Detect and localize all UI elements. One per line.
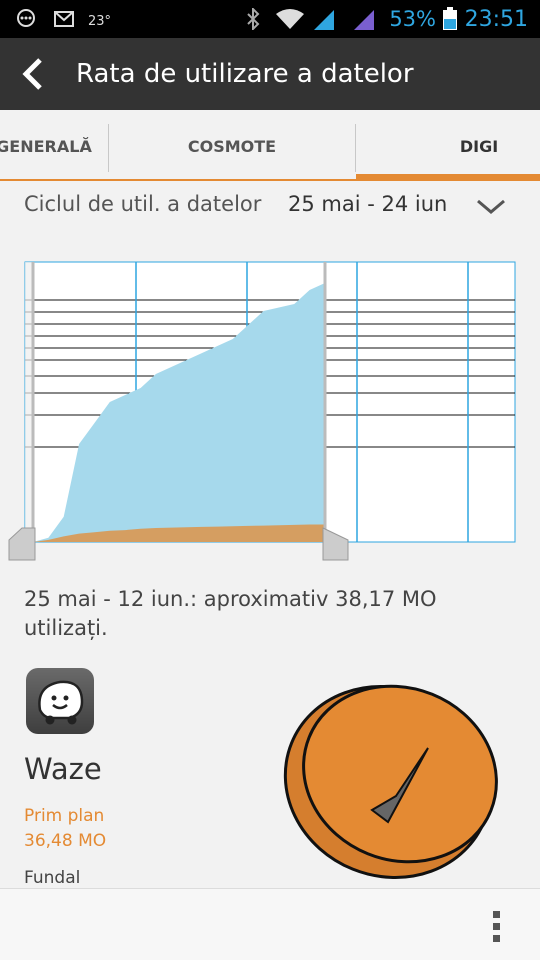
start-handle[interactable] [8,527,36,561]
foreground-label: Prim plan [24,806,105,826]
clock: 23:51 [464,6,528,32]
message-icon [17,9,35,27]
usage-summary: 25 mai - 12 iun.: aproximativ 38,17 MO u… [24,587,437,640]
cycle-dropdown[interactable]: 25 mai - 24 iun [288,192,447,216]
chevron-down-icon[interactable] [474,196,508,218]
temperature-indicator: 23° [88,13,112,29]
bottom-bar [0,888,540,960]
overflow-menu-icon[interactable] [484,909,508,945]
tab-bar: GENERALĂ COSMOTE DIGI [0,110,540,182]
tab-cosmote[interactable]: COSMOTE [108,110,356,182]
battery-percent: 53% [389,7,436,31]
waze-app-icon[interactable] [26,668,94,734]
waze-icon [38,680,84,725]
signal-2-icon [354,10,374,30]
bluetooth-icon [247,8,260,30]
background-label: Fundal [24,868,81,888]
status-bar: 23° 53% 23:51 [0,0,540,38]
wifi-icon [276,9,304,29]
action-bar: Rata de utilizare a datelor [0,38,540,110]
pie-top [302,684,498,864]
app-usage-pie-chart [283,684,498,879]
tab-generala[interactable]: GENERALĂ [0,110,108,182]
page-title: Rata de utilizare a datelor [76,59,414,89]
tab-digi[interactable]: DIGI [356,110,540,182]
app-name: Waze [24,752,102,786]
foreground-value: 36,48 MO [24,831,107,851]
battery-icon [443,7,457,30]
gmail-icon [54,11,74,27]
back-icon[interactable] [16,56,52,92]
selected-tab-indicator [356,174,540,181]
data-usage-chart[interactable] [0,250,540,570]
cycle-label: Ciclul de util. a datelor [24,192,262,216]
signal-1-icon [314,10,334,30]
